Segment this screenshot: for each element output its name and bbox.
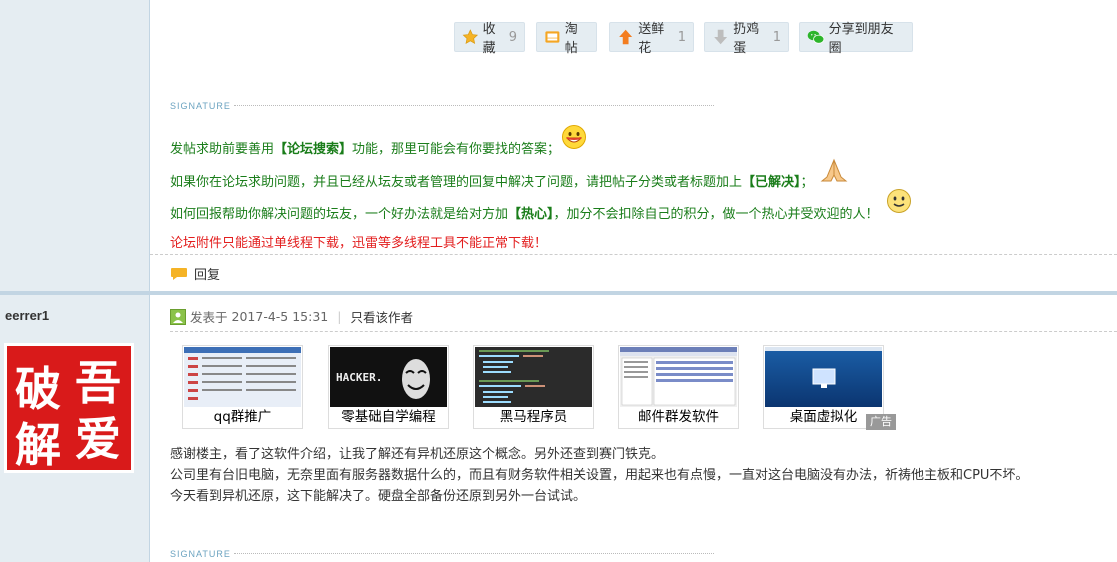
egg-count: 1 — [772, 29, 781, 45]
favorite-label: 收藏 — [482, 22, 496, 56]
tip-search-bold: 【论坛搜索】 — [274, 142, 353, 157]
post-content-area: 收藏 9 淘帖 送鲜花 1 扔鸡蛋 1 分享到朋友圈 SIGNATURE 发帖求… — [150, 0, 1117, 562]
avatar-char: 解 — [15, 418, 61, 472]
reply-button[interactable]: 回复 — [170, 264, 220, 283]
egg-label: 扔鸡蛋 — [733, 22, 760, 56]
signature-label: SIGNATURE — [170, 549, 231, 559]
reply-label: 回复 — [194, 268, 221, 283]
post-body-line: 今天看到异机还原，这下能解决了。硬盘全部备份还原到另外一台试试。 — [170, 489, 587, 504]
speech-bubble-icon — [171, 267, 187, 280]
tao-button[interactable]: 淘帖 — [536, 22, 597, 56]
ad-thumbnail[interactable]: 黑马程序员 — [473, 345, 594, 429]
avatar-char: 吾 — [75, 356, 121, 410]
posted-prefix: 发表于 — [190, 310, 228, 325]
ad-caption: 零基础自学编程 — [341, 409, 436, 425]
avatar[interactable]: 吾 破 爱 解 — [4, 343, 134, 473]
flower-button[interactable]: 送鲜花 1 — [609, 22, 694, 56]
tip-search: 发帖求助前要善用【论坛搜索】功能，那里可能会有你要找的答案； — [170, 138, 560, 157]
tip-search-text: 发帖求助前要善用 — [170, 142, 275, 157]
favorite-button[interactable]: 收藏 9 — [454, 22, 525, 56]
ad-image — [184, 347, 301, 407]
tip-enthusiasm: 如何回报帮助你解决问题的坛友，一个好办法就是给对方加【热心】，加分不会扣除自己的… — [170, 203, 879, 222]
post-meta-divider — [170, 331, 1117, 332]
ad-caption: 邮件群发软件 — [638, 409, 719, 425]
wechat-icon — [807, 30, 825, 44]
tip-download-warning: 论坛附件只能通过单线程下载，迅雷等多线程工具不能正常下载！ — [170, 236, 548, 251]
avatar-char: 破 — [15, 362, 61, 416]
post-meta: 发表于 2017-4-5 15:31 | 只看该作者 — [170, 307, 413, 326]
signature-divider — [234, 105, 714, 106]
star-icon — [462, 29, 479, 45]
ad-caption: qq群推广 — [213, 409, 272, 425]
posted-time: 2017-4-5 15:31 — [231, 309, 329, 324]
tip-enthusiasm-text-end: ，加分不会扣除自己的积分，做一个热心并受欢迎的人！ — [553, 207, 879, 222]
arrow-down-icon — [714, 29, 728, 45]
signature-divider — [234, 553, 714, 554]
praying-hands-icon — [820, 158, 848, 182]
tip-search-text-end: 功能，那里可能会有你要找的答案； — [352, 142, 561, 157]
only-author-link[interactable]: 只看该作者 — [350, 307, 413, 326]
ad-image: HACKER. — [330, 347, 447, 407]
ad-tag: 广告 — [866, 414, 896, 430]
ad-thumbnail[interactable]: qq群推广 — [182, 345, 303, 429]
tip-solved-text: 如果你在论坛求助问题，并且已经从坛友或者管理的回复中解决了问题，请把帖子分类或者… — [170, 175, 743, 190]
tip-solved: 如果你在论坛求助问题，并且已经从坛友或者管理的回复中解决了问题，请把帖子分类或者… — [170, 171, 814, 190]
share-label: 分享到朋友圈 — [828, 22, 894, 56]
egg-button[interactable]: 扔鸡蛋 1 — [704, 22, 789, 56]
ad-image — [620, 347, 737, 407]
ad-thumbnail[interactable]: HACKER. 零基础自学编程 — [328, 345, 449, 429]
flower-count: 1 — [677, 29, 686, 45]
reply-divider — [150, 254, 1117, 255]
smile-emoji-icon — [887, 189, 911, 213]
grin-emoji-icon — [562, 125, 586, 149]
avatar-char: 爱 — [75, 412, 121, 466]
ad-image — [765, 347, 882, 407]
ad-image — [475, 347, 592, 407]
ad-caption: 黑马程序员 — [499, 409, 568, 425]
post-body-line: 公司里有台旧电脑，无奈里面有服务器数据什么的，而且有财务软件相关设置，用起来也有… — [170, 468, 1029, 483]
meta-separator: | — [337, 309, 342, 324]
share-moments-button[interactable]: 分享到朋友圈 — [799, 22, 913, 56]
signature-label: SIGNATURE — [170, 101, 231, 111]
tip-solved-bold: 【已解决】 — [742, 175, 801, 190]
post-body-line: 感谢楼主，看了这软件介绍，让我了解还有异机还原这个概念。另外还查到赛门铁克。 — [170, 447, 665, 462]
tip-enthusiasm-text: 如何回报帮助你解决问题的坛友，一个好办法就是给对方加 — [170, 207, 509, 222]
author-username[interactable]: eerrer1 — [5, 308, 49, 323]
tip-solved-text-end: ； — [800, 175, 814, 190]
arrow-up-icon — [619, 29, 633, 45]
inbox-icon — [545, 31, 560, 43]
tao-label: 淘帖 — [564, 22, 578, 56]
ad-image-text: HACKER. — [336, 371, 382, 384]
flower-label: 送鲜花 — [638, 22, 665, 56]
tip-enthusiasm-bold: 【热心】 — [508, 207, 554, 222]
online-status-icon — [170, 308, 186, 325]
author-sidebar — [0, 0, 150, 562]
favorite-count: 9 — [508, 29, 517, 45]
ad-thumbnail[interactable]: 邮件群发软件 — [618, 345, 739, 429]
